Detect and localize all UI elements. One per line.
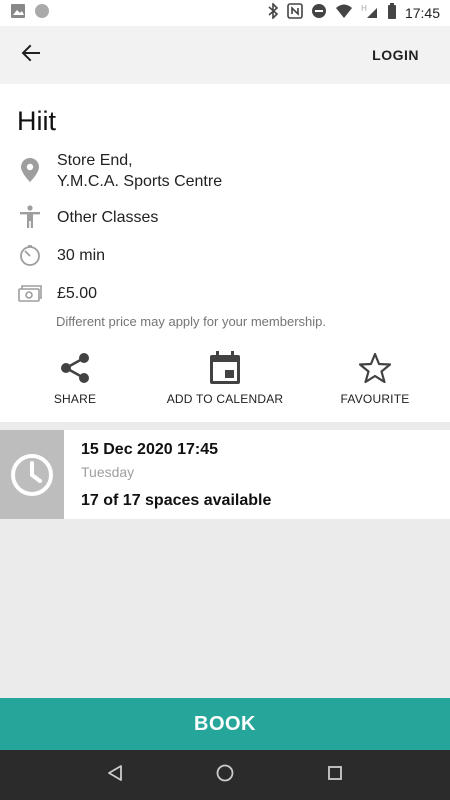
location-pin-icon <box>17 157 43 183</box>
add-to-calendar-label: ADD TO CALENDAR <box>166 392 284 406</box>
session-list-item[interactable]: 15 Dec 2020 17:45 Tuesday 17 of 17 space… <box>0 430 450 519</box>
signal-icon: H <box>361 3 379 24</box>
nav-back-button[interactable] <box>95 755 135 795</box>
share-icon <box>60 350 90 386</box>
favourite-label: FAVOURITE <box>340 392 410 406</box>
battery-icon <box>387 2 397 24</box>
class-title: Hiit <box>17 106 56 136</box>
status-bar: H 17:45 <box>0 0 450 26</box>
money-icon <box>17 280 43 306</box>
back-button[interactable] <box>16 40 46 70</box>
location-line-2: Y.M.C.A. Sports Centre <box>57 173 223 190</box>
duration-text: 30 min <box>57 247 106 264</box>
location-line-1: Store End, <box>57 152 133 169</box>
triangle-back-icon <box>106 764 124 787</box>
nav-recents-button[interactable] <box>315 755 355 795</box>
status-time: 17:45 <box>404 5 440 21</box>
system-navigation-bar <box>0 750 450 800</box>
session-spaces: 17 of 17 spaces available <box>81 492 272 509</box>
bluetooth-icon <box>267 1 279 24</box>
action-row: SHARE ADD TO CALENDAR FAVOURITE <box>0 350 450 410</box>
timer-icon <box>17 242 43 268</box>
nfc-icon <box>287 2 303 24</box>
circle-icon <box>34 3 50 24</box>
clock-icon <box>0 430 64 519</box>
calendar-icon <box>209 350 241 386</box>
wifi-icon <box>335 3 353 24</box>
location-text: Store End, Y.M.C.A. Sports Centre <box>57 150 222 192</box>
category-text: Other Classes <box>57 209 159 226</box>
person-accessibility-icon <box>17 204 43 230</box>
image-icon <box>10 3 26 24</box>
circle-home-icon <box>216 764 234 787</box>
class-details-card: Hiit Store End, Y.M.C.A. Sports Centre O… <box>0 84 450 422</box>
favourite-button[interactable]: FAVOURITE <box>305 350 445 406</box>
book-button[interactable]: BOOK <box>0 698 450 750</box>
session-details: 15 Dec 2020 17:45 Tuesday 17 of 17 space… <box>64 430 450 519</box>
svg-text:H: H <box>361 4 367 13</box>
arrow-back-icon <box>21 43 41 68</box>
do-not-disturb-icon <box>311 3 327 24</box>
share-label: SHARE <box>53 392 97 406</box>
session-datetime: 15 Dec 2020 17:45 <box>81 441 218 458</box>
add-to-calendar-button[interactable]: ADD TO CALENDAR <box>155 350 295 406</box>
price-note: Different price may apply for your membe… <box>56 314 326 329</box>
nav-home-button[interactable] <box>205 755 245 795</box>
star-outline-icon <box>359 350 391 386</box>
login-button[interactable]: LOGIN <box>372 47 434 63</box>
app-bar: LOGIN <box>0 26 450 84</box>
session-day: Tuesday <box>81 464 135 480</box>
share-button[interactable]: SHARE <box>5 350 145 406</box>
book-label: BOOK <box>194 712 256 735</box>
square-recents-icon <box>327 765 343 786</box>
price-text: £5.00 <box>57 285 98 302</box>
